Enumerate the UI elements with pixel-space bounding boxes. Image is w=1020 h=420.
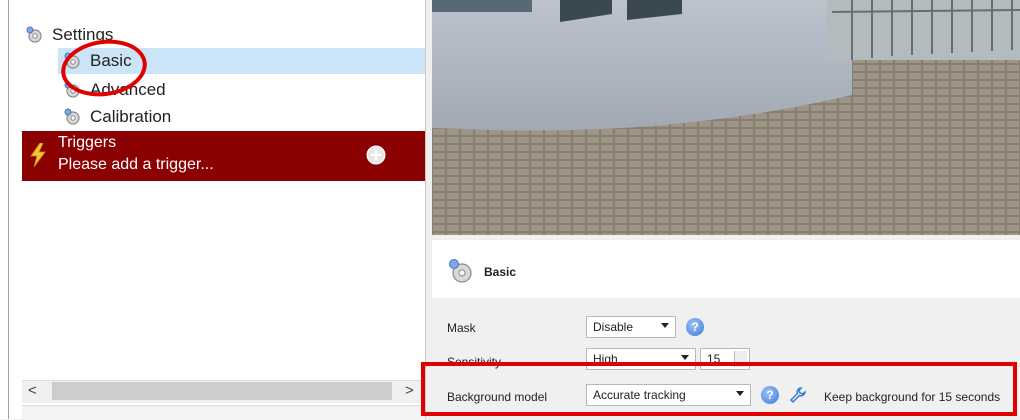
add-icon[interactable] bbox=[366, 145, 386, 170]
gear-icon bbox=[26, 26, 44, 44]
gear-icon bbox=[448, 258, 474, 289]
scroll-left-arrow[interactable]: < bbox=[28, 382, 37, 399]
tree-item-calibration-label: Calibration bbox=[90, 107, 172, 126]
mask-dropdown[interactable]: Disable bbox=[586, 316, 676, 338]
gear-icon bbox=[64, 108, 82, 126]
mask-label: Mask bbox=[447, 321, 476, 335]
tree-border bbox=[8, 0, 9, 419]
scroll-right-arrow[interactable]: > bbox=[405, 382, 414, 399]
scrollbar-thumb[interactable] bbox=[52, 382, 392, 400]
panel-title: Basic bbox=[484, 265, 517, 279]
tree-item-calibration[interactable]: Calibration bbox=[64, 104, 171, 130]
camera-preview bbox=[432, 0, 1020, 235]
help-icon[interactable]: ? bbox=[686, 318, 704, 336]
triggers-subtitle: Please add a trigger... bbox=[58, 156, 214, 173]
highlight-box bbox=[421, 362, 1017, 416]
chevron-down-icon bbox=[681, 355, 689, 360]
chevron-down-icon bbox=[661, 323, 669, 328]
triggers-title: Triggers bbox=[58, 134, 117, 151]
lightning-icon bbox=[28, 142, 48, 172]
mask-dropdown-value: Disable bbox=[593, 320, 634, 334]
status-strip bbox=[22, 405, 425, 420]
panel-header: Basic bbox=[432, 240, 1020, 298]
triggers-section[interactable]: Triggers Please add a trigger... bbox=[22, 131, 425, 181]
window-edge bbox=[0, 0, 8, 419]
